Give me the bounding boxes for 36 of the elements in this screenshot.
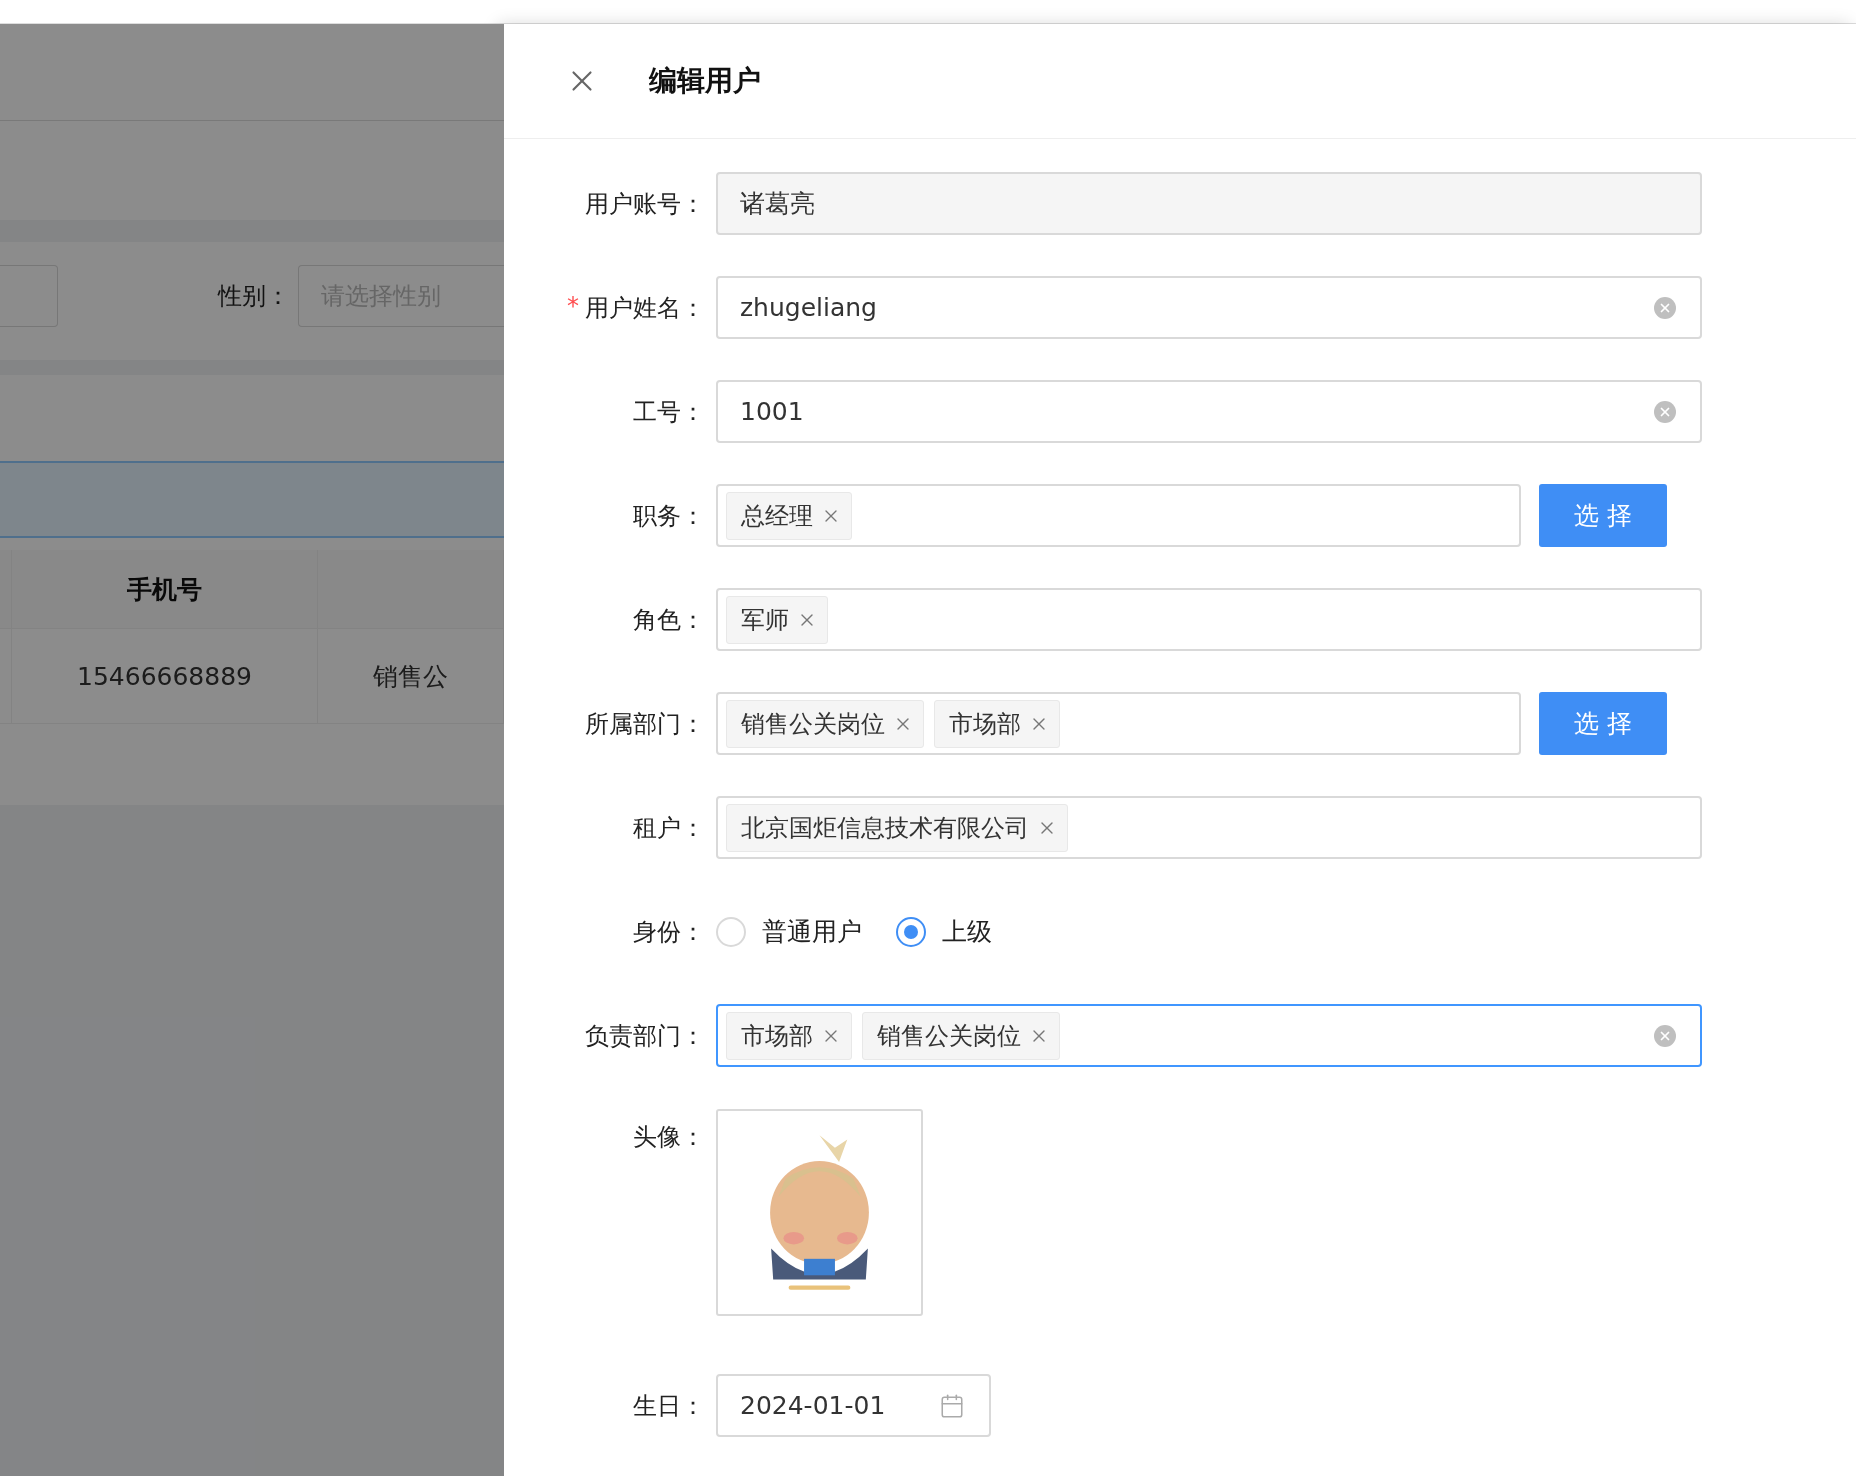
field-label: 用户账号： [585, 188, 705, 220]
drawer-title: 编辑用户 [649, 63, 761, 99]
tag-select[interactable]: 总经理 [716, 484, 1521, 547]
calendar-icon [939, 1392, 965, 1419]
tag: 总经理 [726, 491, 852, 540]
field-label: 工号： [633, 396, 705, 428]
tag-select[interactable]: 销售公关岗位 市场部 [716, 692, 1521, 755]
tag: 销售公关岗位 [726, 699, 924, 748]
tag: 市场部 [726, 1011, 852, 1060]
tag: 军师 [726, 595, 828, 644]
column-header: 手机号 [12, 550, 318, 628]
field-label: 所属部门： [585, 708, 705, 740]
text-field[interactable]: zhugeliang [716, 276, 1702, 339]
radio-label[interactable]: 上级 [942, 915, 992, 948]
tag: 市场部 [934, 699, 1060, 748]
field-label: 头像： [633, 1122, 705, 1153]
tag-select[interactable]: 北京国炬信息技术有限公司 [716, 796, 1702, 859]
radio-label[interactable]: 普通用户 [762, 915, 862, 948]
required-mark: * [567, 291, 579, 320]
field-label: 身份： [633, 916, 705, 948]
avatar-upload[interactable] [716, 1109, 923, 1316]
tag-select[interactable]: 市场部 销售公关岗位 [716, 1004, 1702, 1067]
field-label: 职务： [633, 500, 705, 532]
field-label: 负责部门： [585, 1020, 705, 1052]
filter-label: 性别： [218, 281, 291, 312]
field-label: 用户姓名： [585, 292, 705, 324]
field-label: 角色： [633, 604, 705, 636]
tag: 北京国炬信息技术有限公司 [726, 803, 1068, 852]
radio-button[interactable] [896, 916, 926, 947]
tag-select[interactable]: 军师 [716, 588, 1702, 651]
field-label: 生日： [633, 1390, 705, 1422]
field-label: 租户： [633, 812, 705, 844]
text-field[interactable]: 1001 [716, 380, 1702, 443]
tag: 销售公关岗位 [862, 1011, 1060, 1060]
table-cell: 15466668889 [12, 629, 318, 723]
date-field[interactable]: 2024-01-01 [716, 1374, 991, 1437]
